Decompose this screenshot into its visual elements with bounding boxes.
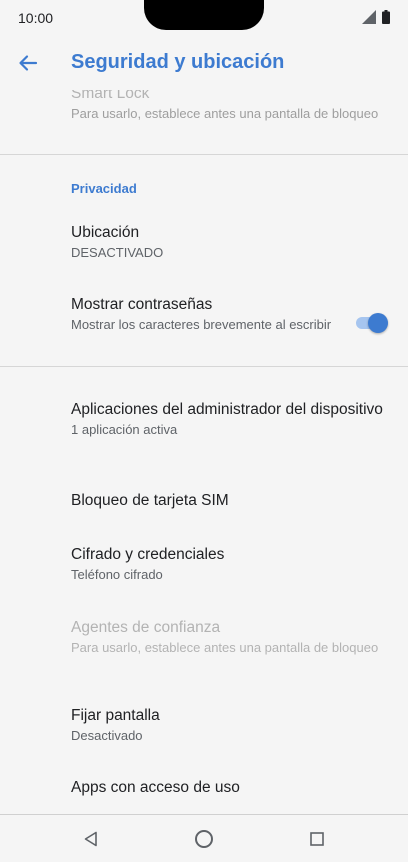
screen-pinning-subtitle: Desactivado — [71, 728, 143, 743]
status-icons — [362, 10, 390, 24]
square-recents-icon — [310, 832, 324, 846]
triangle-back-icon — [84, 831, 97, 847]
status-bar: 10:00 — [0, 0, 408, 36]
page-title: Seguridad y ubicación — [71, 51, 285, 73]
encryption-title: Cifrado y credenciales — [71, 546, 225, 563]
divider — [0, 366, 408, 367]
list-item-encryption[interactable]: Cifrado y credenciales Teléfono cifrado — [71, 545, 388, 583]
location-title: Ubicación — [71, 224, 140, 241]
smart-lock-subtitle: Para usarlo, establece antes una pantall… — [71, 106, 379, 121]
trust-agents-title: Agentes de confianza — [71, 619, 221, 636]
section-header-privacy: Privacidad — [71, 181, 137, 196]
location-subtitle: DESACTIVADO — [71, 245, 164, 260]
list-item-location[interactable]: Ubicación DESACTIVADO — [71, 223, 388, 261]
back-button[interactable] — [12, 47, 44, 79]
list-item-show-passwords[interactable]: Mostrar contraseñas Mostrar los caracter… — [71, 295, 348, 333]
show-passwords-title: Mostrar contraseñas — [71, 296, 213, 313]
battery-icon — [382, 10, 390, 24]
toggle-thumb — [368, 313, 388, 333]
usage-access-title: Apps con acceso de uso — [71, 779, 240, 796]
sim-lock-title: Bloqueo de tarjeta SIM — [71, 492, 229, 509]
list-item-smart-lock[interactable]: Smart Lock Para usarlo, establece antes … — [71, 90, 388, 122]
list-item-trust-agents[interactable]: Agentes de confianza Para usarlo, establ… — [71, 618, 388, 656]
device-admin-subtitle: 1 aplicación activa — [71, 422, 178, 437]
status-time: 10:00 — [18, 10, 54, 26]
screen-pinning-title: Fijar pantalla — [71, 707, 160, 724]
divider — [0, 154, 408, 155]
nav-back-button[interactable] — [77, 825, 105, 853]
cell-signal-icon — [362, 10, 376, 24]
circle-home-icon — [195, 830, 213, 848]
nav-home-button[interactable] — [190, 825, 218, 853]
list-item-sim-lock[interactable]: Bloqueo de tarjeta SIM — [71, 491, 388, 511]
device-admin-title: Aplicaciones del administrador del dispo… — [71, 401, 383, 418]
trust-agents-subtitle: Para usarlo, establece antes una pantall… — [71, 640, 379, 655]
encryption-subtitle: Teléfono cifrado — [71, 567, 163, 582]
nav-recents-button[interactable] — [303, 825, 331, 853]
show-passwords-subtitle: Mostrar los caracteres brevemente al esc… — [71, 317, 332, 332]
smart-lock-title: Smart Lock — [71, 90, 150, 102]
arrow-left-icon — [19, 55, 38, 71]
list-item-device-admin[interactable]: Aplicaciones del administrador del dispo… — [71, 400, 388, 438]
app-bar: Seguridad y ubicación — [0, 36, 408, 90]
list-item-usage-access[interactable]: Apps con acceso de uso — [71, 778, 388, 798]
display-notch — [144, 0, 264, 30]
settings-list: Smart Lock Para usarlo, establece antes … — [0, 90, 408, 814]
list-item-screen-pinning[interactable]: Fijar pantalla Desactivado — [71, 706, 388, 744]
navigation-bar — [0, 814, 408, 862]
show-passwords-toggle[interactable] — [356, 311, 388, 333]
